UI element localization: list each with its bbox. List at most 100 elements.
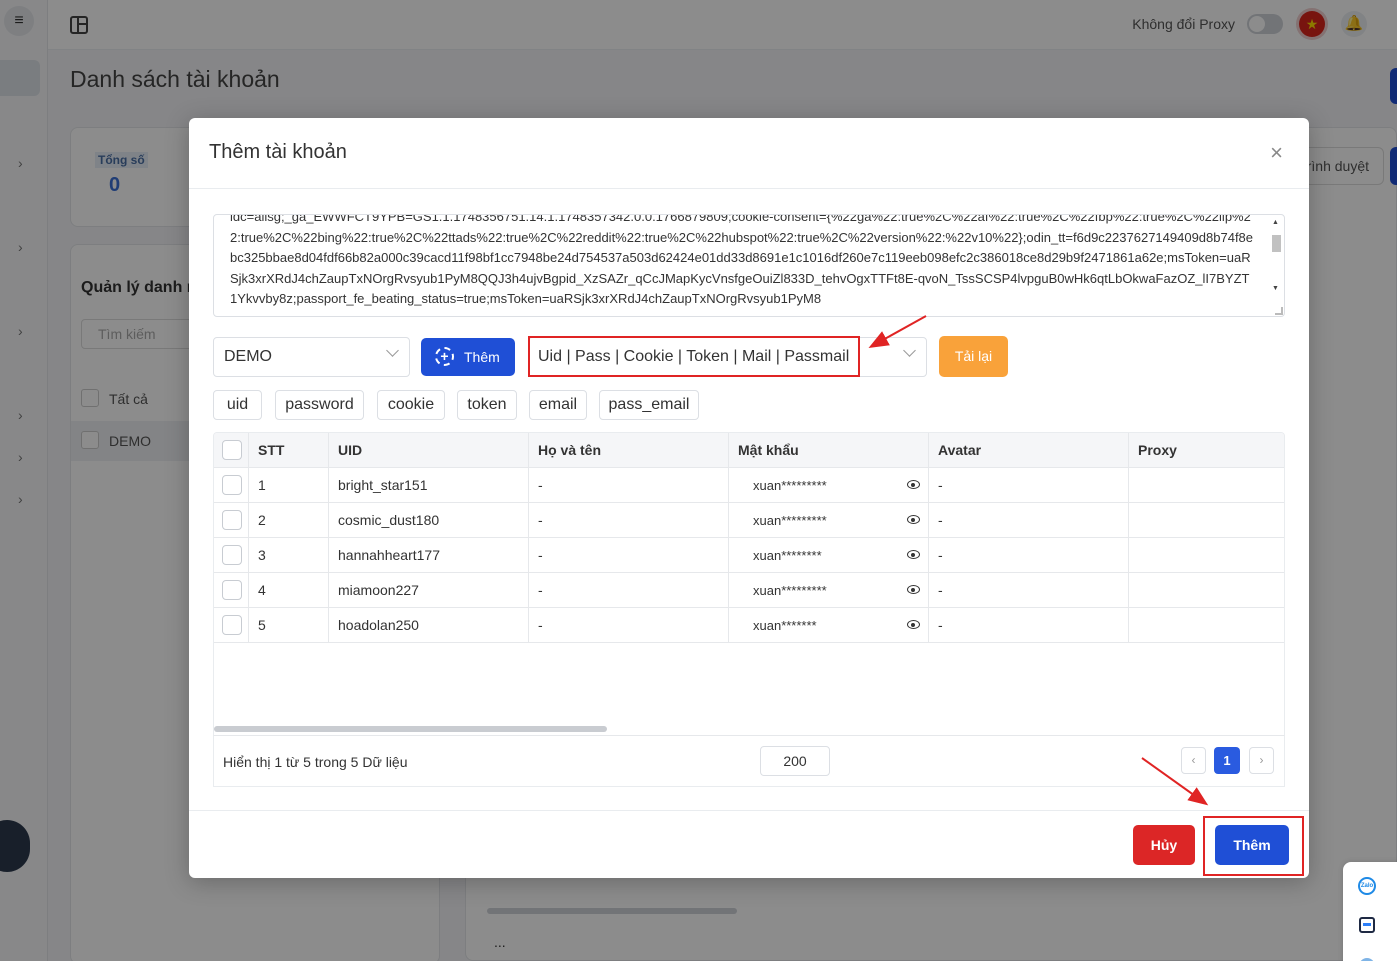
eye-icon[interactable] xyxy=(907,585,920,594)
select-all-checkbox[interactable] xyxy=(222,440,242,461)
field-tag-uid[interactable]: uid xyxy=(213,390,262,420)
table-footer: Hiển thị 1 từ 5 trong 5 Dữ liệu 200 ‹ 1 … xyxy=(213,735,1285,787)
row-checkbox[interactable] xyxy=(222,510,242,531)
row-checkbox[interactable] xyxy=(222,615,242,636)
submit-highlight-box xyxy=(1203,816,1304,876)
pagination-info: Hiển thị 1 từ 5 trong 5 Dữ liệu xyxy=(223,754,408,770)
cell-proxy xyxy=(1129,503,1284,538)
scroll-up-icon[interactable]: ▲ xyxy=(1272,219,1279,226)
row-checkbox[interactable] xyxy=(222,475,242,496)
table-row: 5 hoadolan250 - xuan******* - xyxy=(214,608,1284,643)
modal-title: Thêm tài khoản xyxy=(209,141,347,163)
group-select-value: DEMO xyxy=(224,348,272,365)
account-data-text: ldc=allsg;_ga_EWWFCT9YPB=GS1.1.174835675… xyxy=(230,214,1254,306)
cell-uid: miamoon227 xyxy=(329,573,529,608)
accounts-table: STT UID Họ và tên Mật khẩu Avatar Proxy … xyxy=(213,432,1285,787)
textarea-scrollbar[interactable]: ▲ ▼ xyxy=(1270,217,1282,314)
cell-uid: hoadolan250 xyxy=(329,608,529,643)
cancel-button[interactable]: Hủy xyxy=(1133,825,1195,865)
modal-footer-divider xyxy=(189,810,1309,811)
header-stt: STT xyxy=(249,433,329,468)
cell-password: xuan********* xyxy=(729,468,929,503)
add-group-label: Thêm xyxy=(464,349,500,365)
row-checkbox[interactable] xyxy=(222,545,242,566)
select-all-cell xyxy=(214,433,249,468)
cell-proxy xyxy=(1129,538,1284,573)
zalo-icon[interactable]: Zalo xyxy=(1358,877,1376,895)
cell-avatar: - xyxy=(929,608,1129,643)
field-tag-cookie[interactable]: cookie xyxy=(377,390,445,420)
eye-icon[interactable] xyxy=(907,620,920,629)
row-select-cell xyxy=(214,573,249,608)
page-button-current[interactable]: 1 xyxy=(1214,747,1240,774)
eye-icon[interactable] xyxy=(907,480,920,489)
cell-avatar: - xyxy=(929,503,1129,538)
table-row: 3 hannahheart177 - xuan******** - xyxy=(214,538,1284,573)
cell-password: xuan********* xyxy=(729,573,929,608)
cell-uid: cosmic_dust180 xyxy=(329,503,529,538)
password-value: xuan********* xyxy=(753,478,827,493)
eye-icon[interactable] xyxy=(907,515,920,524)
plus-circle-icon: + xyxy=(435,347,454,366)
cell-proxy xyxy=(1129,468,1284,503)
scroll-down-icon[interactable]: ▼ xyxy=(1272,285,1279,292)
cell-stt: 5 xyxy=(249,608,329,643)
cell-stt: 1 xyxy=(249,468,329,503)
cell-proxy xyxy=(1129,608,1284,643)
chevron-down-icon xyxy=(903,344,916,357)
page-size-input[interactable]: 200 xyxy=(760,746,830,776)
cell-uid: hannahheart177 xyxy=(329,538,529,573)
field-tag-pass-email[interactable]: pass_email xyxy=(599,390,699,420)
header-uid: UID xyxy=(329,433,529,468)
account-data-textarea[interactable]: ldc=allsg;_ga_EWWFCT9YPB=GS1.1.174835675… xyxy=(213,214,1285,317)
cell-name: - xyxy=(529,608,729,643)
header-name: Họ và tên xyxy=(529,433,729,468)
scroll-thumb[interactable] xyxy=(1272,235,1281,252)
cell-stt: 2 xyxy=(249,503,329,538)
cell-password: xuan********* xyxy=(729,503,929,538)
cell-password: xuan******** xyxy=(729,538,929,573)
chevron-down-icon xyxy=(386,344,399,357)
table-row: 1 bright_star151 - xuan********* - xyxy=(214,468,1284,503)
row-checkbox[interactable] xyxy=(222,580,242,601)
table-row: 2 cosmic_dust180 - xuan********* - xyxy=(214,503,1284,538)
add-group-button[interactable]: + Thêm xyxy=(421,338,515,376)
table-header-row: STT UID Họ và tên Mật khẩu Avatar Proxy xyxy=(214,433,1284,468)
cell-proxy xyxy=(1129,573,1284,608)
cell-name: - xyxy=(529,538,729,573)
resize-handle-icon[interactable] xyxy=(1275,307,1283,315)
cell-stt: 4 xyxy=(249,573,329,608)
eye-icon[interactable] xyxy=(907,550,920,559)
field-tag-password[interactable]: password xyxy=(275,390,364,420)
password-value: xuan********* xyxy=(753,583,827,598)
cell-uid: bright_star151 xyxy=(329,468,529,503)
cell-avatar: - xyxy=(929,573,1129,608)
table-row: 4 miamoon227 - xuan********* - xyxy=(214,573,1284,608)
contact-widget: Zalo xyxy=(1343,862,1397,961)
prev-page-button[interactable]: ‹ xyxy=(1181,747,1206,774)
group-select[interactable]: DEMO xyxy=(213,337,410,377)
reload-button[interactable]: Tải lại xyxy=(939,336,1008,377)
row-select-cell xyxy=(214,503,249,538)
cell-name: - xyxy=(529,503,729,538)
add-account-modal: Thêm tài khoản × ldc=allsg;_ga_EWWFCT9YP… xyxy=(189,118,1309,878)
password-value: xuan******** xyxy=(753,548,822,563)
password-value: xuan******* xyxy=(753,618,817,633)
row-select-cell xyxy=(214,608,249,643)
header-proxy: Proxy xyxy=(1138,442,1177,458)
format-highlight-box xyxy=(528,336,860,377)
table-horizontal-scrollbar[interactable] xyxy=(214,726,607,732)
next-page-button[interactable]: › xyxy=(1249,747,1274,774)
cell-avatar: - xyxy=(929,468,1129,503)
chat-icon[interactable] xyxy=(1359,917,1375,933)
field-tag-token[interactable]: token xyxy=(457,390,517,420)
password-value: xuan********* xyxy=(753,513,827,528)
cell-password: xuan******* xyxy=(729,608,929,643)
row-select-cell xyxy=(214,468,249,503)
header-avatar: Avatar xyxy=(929,433,1129,468)
header-password: Mật khẩu xyxy=(729,433,929,468)
cell-avatar: - xyxy=(929,538,1129,573)
modal-header: Thêm tài khoản × xyxy=(189,118,1309,189)
close-icon[interactable]: × xyxy=(1270,142,1283,164)
field-tag-email[interactable]: email xyxy=(529,390,587,420)
